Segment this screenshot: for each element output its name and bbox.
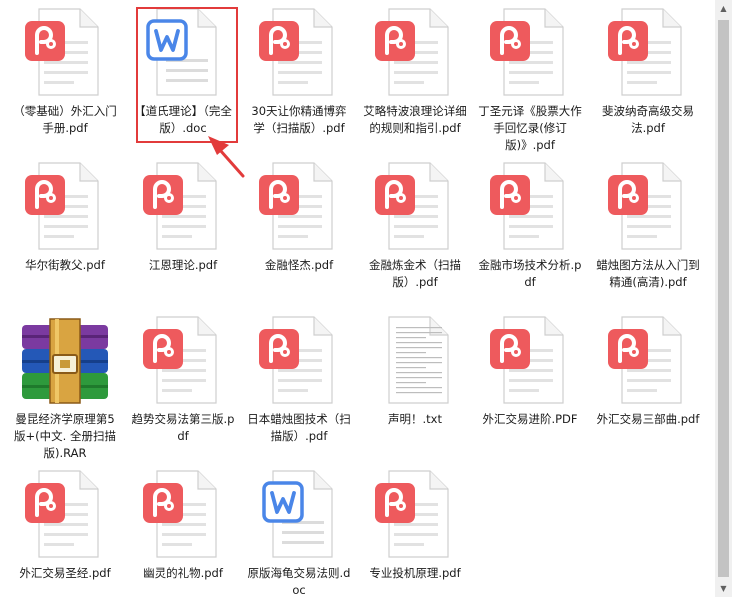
- text-file-icon: [370, 315, 460, 405]
- file-name-label: 丁圣元译《股票大作手回忆录(修订版)》.pdf: [478, 104, 582, 152]
- pdf-icon: [20, 469, 110, 559]
- file-item-pdf[interactable]: 外汇交易三部曲.pdf: [592, 313, 704, 428]
- highlight-box: [136, 7, 238, 143]
- file-item-pdf[interactable]: 艾略特波浪理论详细的规则和指引.pdf: [359, 5, 471, 137]
- file-name-label: 外汇交易进阶.PDF: [482, 412, 578, 426]
- file-name-label: （零基础）外汇入门手册.pdf: [13, 104, 117, 135]
- file-name-label: 原版海龟交易法则.doc: [247, 566, 351, 597]
- file-item-pdf[interactable]: 金融怪杰.pdf: [243, 159, 355, 274]
- pdf-icon: [603, 315, 693, 405]
- file-item-txt[interactable]: 声明！.txt: [359, 313, 471, 428]
- file-name-label: 华尔街教父.pdf: [25, 258, 105, 272]
- scroll-up-arrow-icon[interactable]: ▲: [715, 0, 732, 17]
- vertical-scrollbar[interactable]: ▲ ▼: [715, 0, 732, 597]
- file-item-pdf[interactable]: 日本蜡烛图技术（扫描版）.pdf: [243, 313, 355, 445]
- scrollbar-thumb[interactable]: [718, 20, 729, 577]
- file-item-pdf[interactable]: 金融炼金术（扫描版）.pdf: [359, 159, 471, 291]
- file-name-label: 外汇交易圣经.pdf: [19, 566, 111, 580]
- pdf-icon: [485, 315, 575, 405]
- file-item-pdf[interactable]: 外汇交易圣经.pdf: [9, 467, 121, 582]
- file-item-pdf[interactable]: （零基础）外汇入门手册.pdf: [9, 5, 121, 137]
- pdf-icon: [370, 469, 460, 559]
- file-item-pdf[interactable]: 30天让你精通博弈学（扫描版）.pdf: [243, 5, 355, 137]
- file-item-rar[interactable]: 曼昆经济学原理第5版+(中文. 全册扫描版).RAR: [9, 313, 121, 462]
- pdf-icon: [138, 315, 228, 405]
- pdf-icon: [485, 7, 575, 97]
- file-item-doc[interactable]: 原版海龟交易法则.doc: [243, 467, 355, 597]
- file-name-label: 斐波纳奇高级交易法.pdf: [602, 104, 694, 135]
- pdf-icon: [20, 7, 110, 97]
- file-explorer-view: （零基础）外汇入门手册.pdf 【道氏理论】（完全版）.doc 30天让你精通博弈学…: [0, 0, 732, 597]
- pdf-icon: [603, 7, 693, 97]
- file-item-pdf[interactable]: 外汇交易进阶.PDF: [474, 313, 586, 428]
- file-item-pdf[interactable]: 专业投机原理.pdf: [359, 467, 471, 582]
- file-name-label: 江恩理论.pdf: [148, 258, 218, 272]
- pdf-icon: [254, 315, 344, 405]
- pdf-icon: [138, 469, 228, 559]
- file-name-label: 艾略特波浪理论详细的规则和指引.pdf: [363, 104, 467, 135]
- pdf-icon: [254, 7, 344, 97]
- file-name-label: 声明！.txt: [388, 412, 442, 426]
- pdf-icon: [485, 161, 575, 251]
- pdf-icon: [370, 161, 460, 251]
- file-name-label: 金融市场技术分析.pdf: [478, 258, 582, 289]
- pdf-icon: [254, 161, 344, 251]
- pdf-icon: [370, 7, 460, 97]
- file-name-label: 曼昆经济学原理第5版+(中文. 全册扫描版).RAR: [14, 412, 116, 460]
- file-name-label: 蜡烛图方法从入门到精通(高清).pdf: [596, 258, 700, 289]
- file-name-label: 日本蜡烛图技术（扫描版）.pdf: [247, 412, 351, 443]
- file-name-label: 金融怪杰.pdf: [264, 258, 334, 272]
- winrar-archive-icon: [20, 315, 110, 405]
- file-item-pdf[interactable]: 蜡烛图方法从入门到精通(高清).pdf: [592, 159, 704, 291]
- file-item-pdf[interactable]: 江恩理论.pdf: [127, 159, 239, 274]
- file-item-pdf[interactable]: 丁圣元译《股票大作手回忆录(修订版)》.pdf: [474, 5, 586, 154]
- file-name-label: 趋势交易法第三版.pdf: [131, 412, 235, 443]
- pdf-icon: [138, 161, 228, 251]
- file-item-pdf[interactable]: 趋势交易法第三版.pdf: [127, 313, 239, 445]
- pdf-icon: [20, 161, 110, 251]
- file-name-label: 外汇交易三部曲.pdf: [596, 412, 700, 426]
- file-name-label: 幽灵的礼物.pdf: [143, 566, 223, 580]
- scroll-down-arrow-icon[interactable]: ▼: [715, 580, 732, 597]
- file-item-pdf[interactable]: 华尔街教父.pdf: [9, 159, 121, 274]
- pdf-icon: [603, 161, 693, 251]
- file-item-pdf[interactable]: 金融市场技术分析.pdf: [474, 159, 586, 291]
- file-name-label: 30天让你精通博弈学（扫描版）.pdf: [251, 104, 347, 135]
- file-item-pdf[interactable]: 斐波纳奇高级交易法.pdf: [592, 5, 704, 137]
- file-name-label: 金融炼金术（扫描版）.pdf: [369, 258, 461, 289]
- file-item-pdf[interactable]: 幽灵的礼物.pdf: [127, 467, 239, 582]
- word-doc-icon: [254, 469, 344, 559]
- file-name-label: 专业投机原理.pdf: [369, 566, 461, 580]
